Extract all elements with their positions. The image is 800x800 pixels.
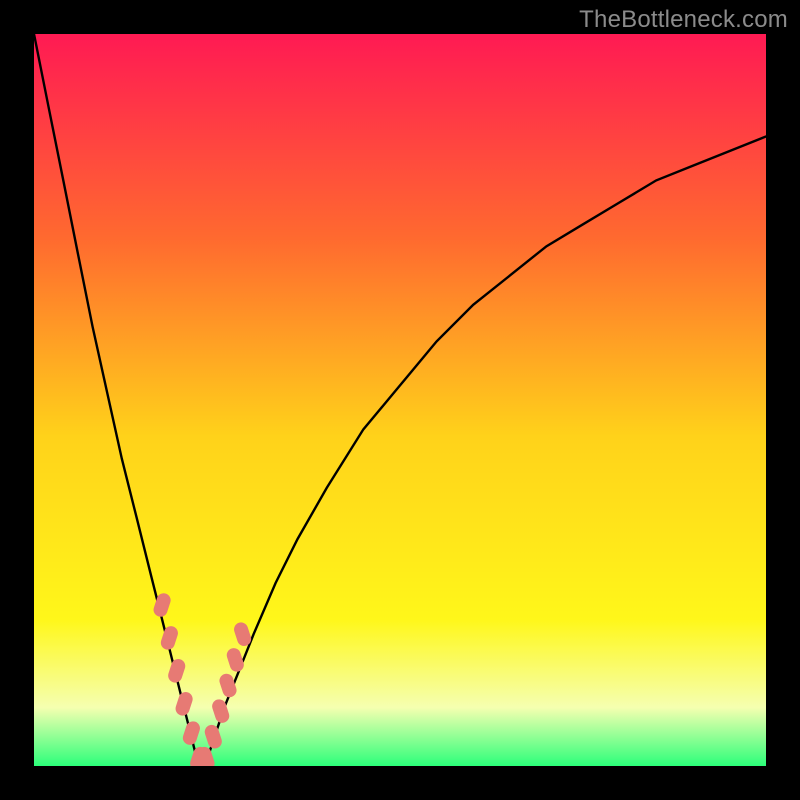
plot-area [34, 34, 766, 766]
plot-svg [34, 34, 766, 766]
chart-frame: TheBottleneck.com [0, 0, 800, 800]
gradient-background [34, 34, 766, 766]
watermark-text: TheBottleneck.com [579, 6, 788, 34]
